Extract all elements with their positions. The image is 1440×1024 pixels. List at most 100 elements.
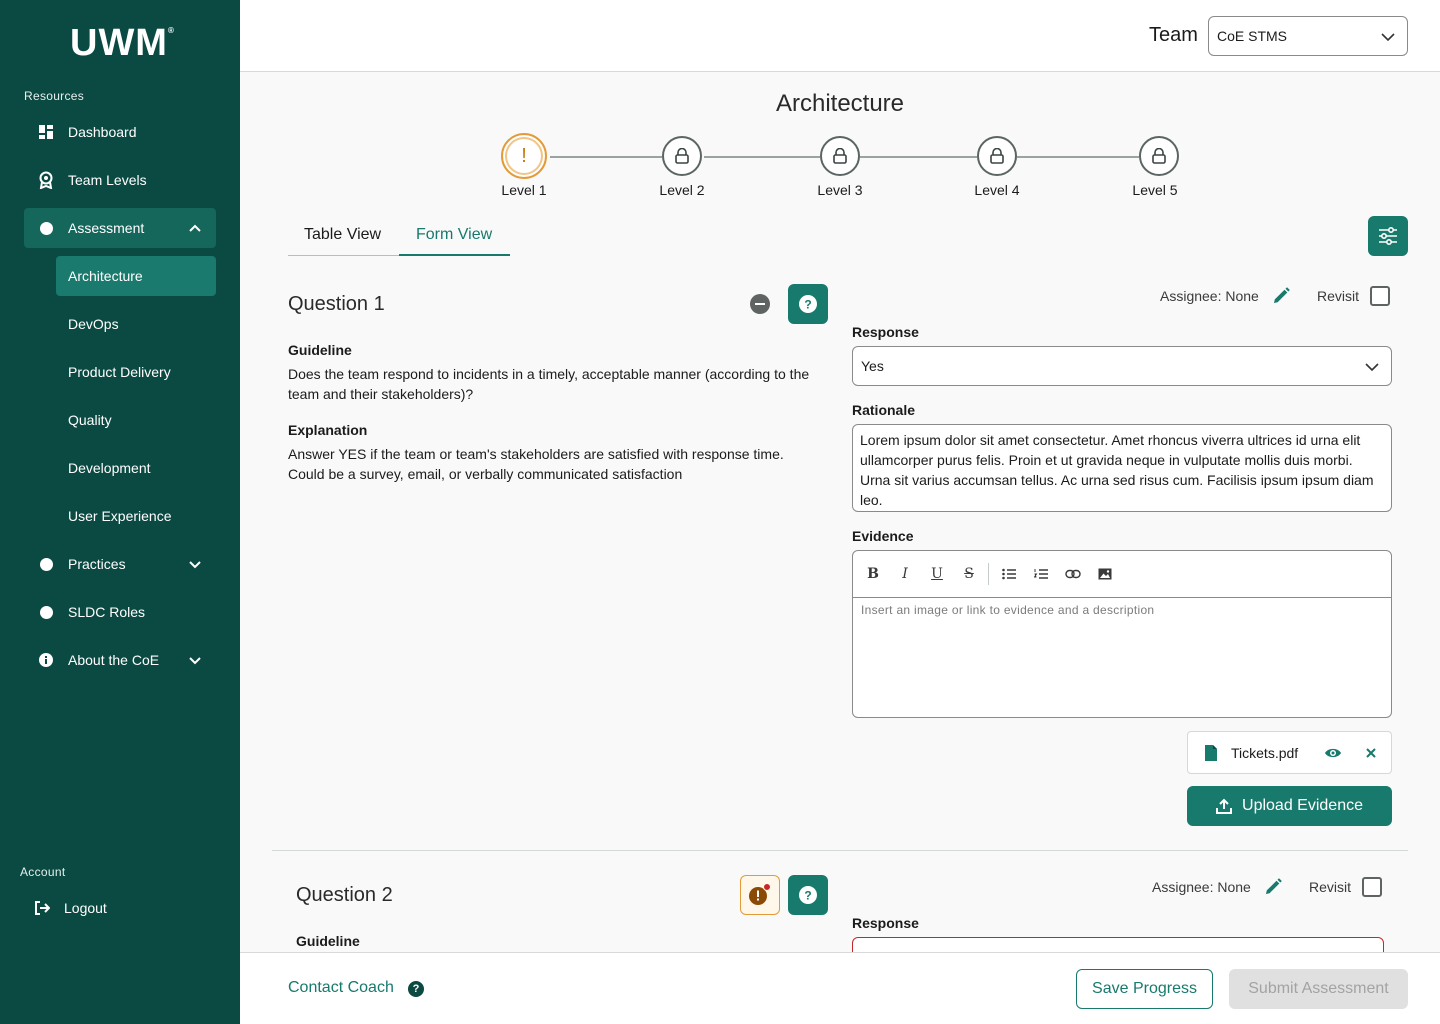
- question-2-help-button[interactable]: ?: [788, 875, 828, 915]
- resources-label: Resources: [24, 89, 85, 103]
- sidebar-subitem-user-experience[interactable]: User Experience: [56, 496, 216, 536]
- guideline-text: Does the team respond to incidents in a …: [288, 366, 810, 402]
- sidebar-item-about-coe[interactable]: About the CoE: [24, 640, 216, 680]
- file-icon: [1205, 745, 1217, 761]
- sidebar-item-dashboard[interactable]: Dashboard: [24, 112, 216, 152]
- close-icon[interactable]: [1365, 747, 1377, 759]
- chevron-down-icon: [189, 561, 201, 569]
- image-icon[interactable]: [1096, 565, 1114, 583]
- team-select-value: CoE STMS: [1217, 28, 1288, 44]
- sidebar-item-practices[interactable]: Practices: [24, 544, 216, 584]
- view-tabs: Table View Form View: [288, 216, 510, 256]
- help-icon[interactable]: ?: [408, 981, 424, 997]
- sliders-icon: [1379, 227, 1397, 245]
- logout-button[interactable]: Logout: [20, 888, 212, 928]
- revisit-checkbox[interactable]: [1370, 286, 1390, 306]
- question-1-help-button[interactable]: ?: [788, 284, 828, 324]
- lock-icon: [675, 148, 689, 164]
- edit-assignee-icon[interactable]: [1264, 878, 1282, 896]
- tab-form-view[interactable]: Form View: [416, 226, 492, 244]
- numbered-list-icon[interactable]: [1032, 565, 1050, 583]
- level-3-step[interactable]: [820, 136, 860, 176]
- stepper-connector: [860, 156, 977, 158]
- editor-toolbar: B I U S: [853, 551, 1391, 598]
- level-5-label: Level 5: [1132, 182, 1178, 198]
- eye-icon[interactable]: [1324, 746, 1342, 760]
- sidebar-item-label: Dashboard: [68, 124, 137, 140]
- save-progress-button[interactable]: Save Progress: [1076, 969, 1213, 1009]
- chevron-up-icon: [189, 224, 201, 232]
- response-select[interactable]: Yes: [852, 346, 1392, 386]
- edit-assignee-icon[interactable]: [1272, 287, 1290, 305]
- italic-icon[interactable]: I: [896, 565, 914, 583]
- sidebar-subitem-devops[interactable]: DevOps: [56, 304, 216, 344]
- footer-bar: Contact Coach ? Save Progress Submit Ass…: [240, 952, 1440, 1024]
- rationale-textarea[interactable]: Lorem ipsum dolor sit amet consectetur. …: [852, 424, 1392, 512]
- sidebar-item-sldc-roles[interactable]: SLDC Roles: [24, 592, 216, 632]
- lock-icon: [833, 148, 847, 164]
- revisit-checkbox[interactable]: [1362, 877, 1382, 897]
- sidebar-subitem-quality[interactable]: Quality: [56, 400, 216, 440]
- strikethrough-icon[interactable]: S: [960, 565, 978, 583]
- level-1-step[interactable]: !: [501, 133, 547, 179]
- top-header: Team CoE STMS: [240, 0, 1440, 72]
- circle-icon: [38, 556, 54, 572]
- circle-icon: [38, 604, 54, 620]
- minus-icon: [755, 303, 765, 305]
- logout-label: Logout: [64, 900, 107, 916]
- bold-icon[interactable]: B: [864, 565, 882, 583]
- question-2-warning-button[interactable]: [740, 875, 780, 915]
- help-icon: ?: [799, 886, 817, 904]
- team-label: Team: [1149, 24, 1198, 46]
- sidebar-item-team-levels[interactable]: Team Levels: [24, 160, 216, 200]
- upload-icon: [1216, 798, 1233, 814]
- guideline-heading: Guideline: [288, 342, 352, 358]
- level-4-step[interactable]: [977, 136, 1017, 176]
- stepper-connector: [1017, 156, 1139, 158]
- lock-icon: [990, 148, 1004, 164]
- file-name: Tickets.pdf: [1231, 745, 1299, 761]
- filter-settings-button[interactable]: [1368, 216, 1408, 256]
- submit-assessment-button[interactable]: Submit Assessment: [1229, 969, 1408, 1009]
- assignee-label: Assignee: None: [1152, 879, 1251, 895]
- info-icon: [38, 652, 54, 668]
- response-label: Response: [852, 324, 919, 340]
- sidebar-subitem-architecture[interactable]: Architecture: [56, 256, 216, 296]
- contact-coach-link[interactable]: Contact Coach: [288, 979, 394, 997]
- bullet-list-icon[interactable]: [1000, 565, 1018, 583]
- sidebar-item-assessment[interactable]: Assessment: [24, 208, 216, 248]
- upload-evidence-button[interactable]: Upload Evidence: [1187, 786, 1392, 826]
- explanation-heading: Explanation: [288, 422, 368, 438]
- level-2-step[interactable]: [662, 136, 702, 176]
- circle-icon: [38, 220, 54, 236]
- uwm-logo: UWM®: [70, 22, 175, 64]
- logout-icon: [34, 900, 50, 916]
- explanation-text: Answer YES if the team or team's stakeho…: [288, 446, 784, 482]
- toolbar-divider: [988, 563, 989, 585]
- account-label: Account: [20, 865, 66, 879]
- svg-text:?: ?: [804, 298, 811, 312]
- level-4-label: Level 4: [974, 182, 1020, 198]
- team-select[interactable]: CoE STMS: [1208, 16, 1408, 56]
- chevron-down-icon: [1381, 33, 1395, 42]
- level-5-step[interactable]: [1139, 136, 1179, 176]
- tab-table-view[interactable]: Table View: [304, 226, 381, 244]
- collapse-button[interactable]: [750, 294, 770, 314]
- award-icon: [38, 171, 54, 189]
- lock-icon: [1152, 148, 1166, 164]
- sidebar-subitem-product-delivery[interactable]: Product Delivery: [56, 352, 216, 392]
- sidebar: UWM® Resources Dashboard Team Levels Ass…: [0, 0, 240, 1024]
- level-2-label: Level 2: [659, 182, 705, 198]
- question-divider: [272, 850, 1408, 851]
- evidence-label: Evidence: [852, 528, 914, 544]
- sidebar-subitem-development[interactable]: Development: [56, 448, 216, 488]
- evidence-editor[interactable]: B I U S Insert an image or link to evide…: [852, 550, 1392, 718]
- sidebar-item-label: SLDC Roles: [68, 604, 146, 620]
- sidebar-item-label: Practices: [68, 556, 126, 572]
- help-icon: ?: [799, 295, 817, 313]
- level-3-label: Level 3: [817, 182, 863, 198]
- link-icon[interactable]: [1064, 565, 1082, 583]
- warning-icon: !: [521, 144, 527, 167]
- underline-icon[interactable]: U: [928, 565, 946, 583]
- sidebar-item-label: Team Levels: [68, 172, 147, 188]
